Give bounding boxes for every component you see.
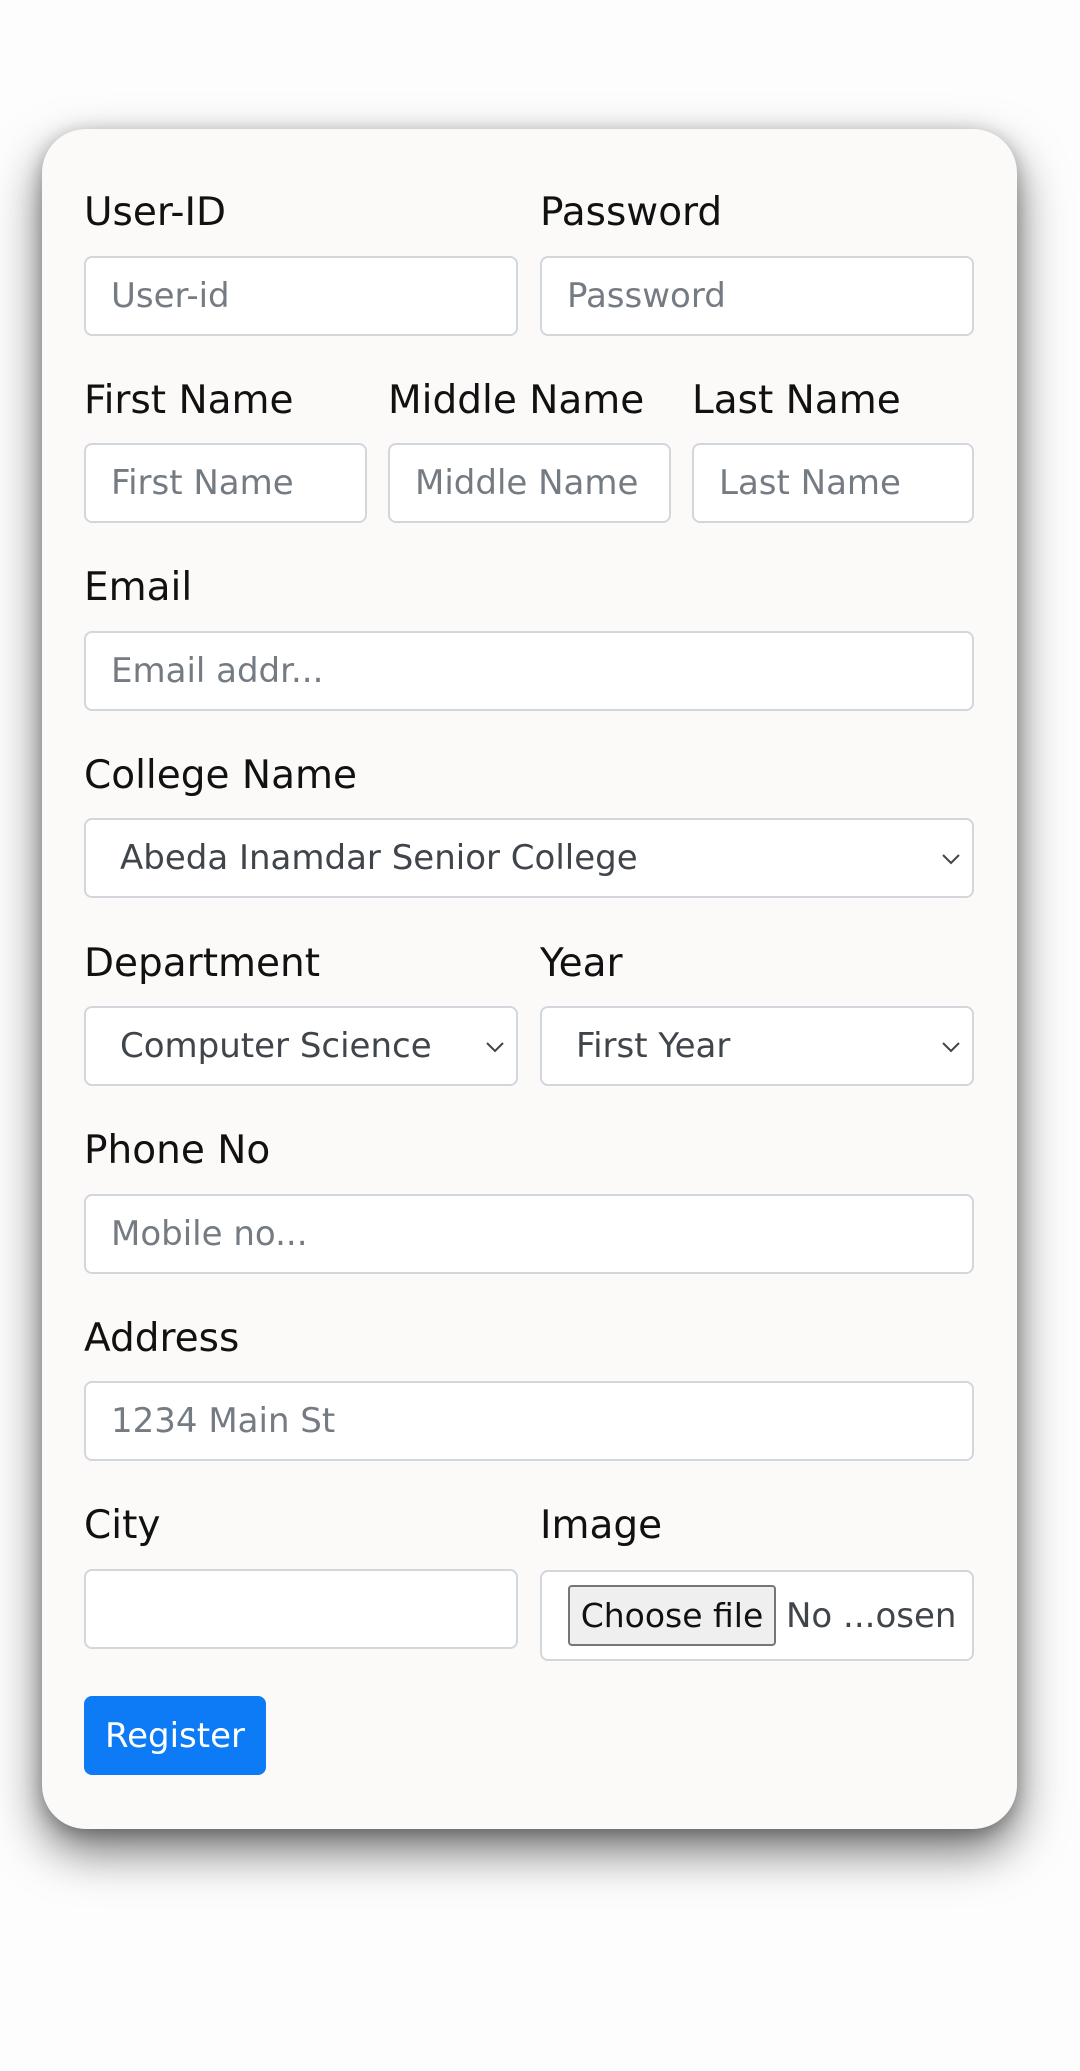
register-button[interactable]: Register: [84, 1696, 266, 1775]
year-label: Year: [540, 941, 623, 986]
college-select[interactable]: Abeda Inamdar Senior College: [84, 818, 974, 898]
department-selected-value: Computer Science: [120, 1026, 432, 1066]
department-label: Department: [84, 941, 320, 986]
first-name-input[interactable]: [84, 443, 367, 523]
password-label: Password: [540, 190, 723, 235]
email-input[interactable]: [84, 631, 974, 711]
last-name-input[interactable]: [692, 443, 974, 523]
user-id-label: User-ID: [84, 190, 227, 235]
first-name-label: First Name: [84, 378, 294, 423]
middle-name-label: Middle Name: [388, 378, 645, 423]
password-input[interactable]: [540, 256, 974, 336]
department-select[interactable]: Computer Science: [84, 1006, 518, 1086]
user-id-input[interactable]: [84, 256, 518, 336]
choose-file-button[interactable]: Choose file: [568, 1585, 776, 1646]
chevron-down-icon: [942, 1042, 960, 1053]
address-input[interactable]: [84, 1381, 974, 1461]
phone-input[interactable]: [84, 1194, 974, 1274]
last-name-label: Last Name: [692, 378, 901, 423]
year-select[interactable]: First Year: [540, 1006, 974, 1086]
year-selected-value: First Year: [576, 1026, 731, 1066]
chevron-down-icon: [486, 1042, 504, 1053]
chevron-down-icon: [942, 854, 960, 865]
city-label: City: [84, 1503, 161, 1548]
city-input[interactable]: [84, 1569, 518, 1649]
image-label: Image: [540, 1503, 663, 1548]
college-name-label: College Name: [84, 753, 357, 798]
file-status-text: No ...osen: [786, 1595, 957, 1636]
college-selected-value: Abeda Inamdar Senior College: [120, 838, 638, 878]
phone-label: Phone No: [84, 1128, 271, 1173]
image-file-input[interactable]: Choose file No ...osen: [540, 1570, 974, 1661]
address-label: Address: [84, 1316, 240, 1361]
email-label: Email: [84, 565, 193, 610]
middle-name-input[interactable]: [388, 443, 671, 523]
